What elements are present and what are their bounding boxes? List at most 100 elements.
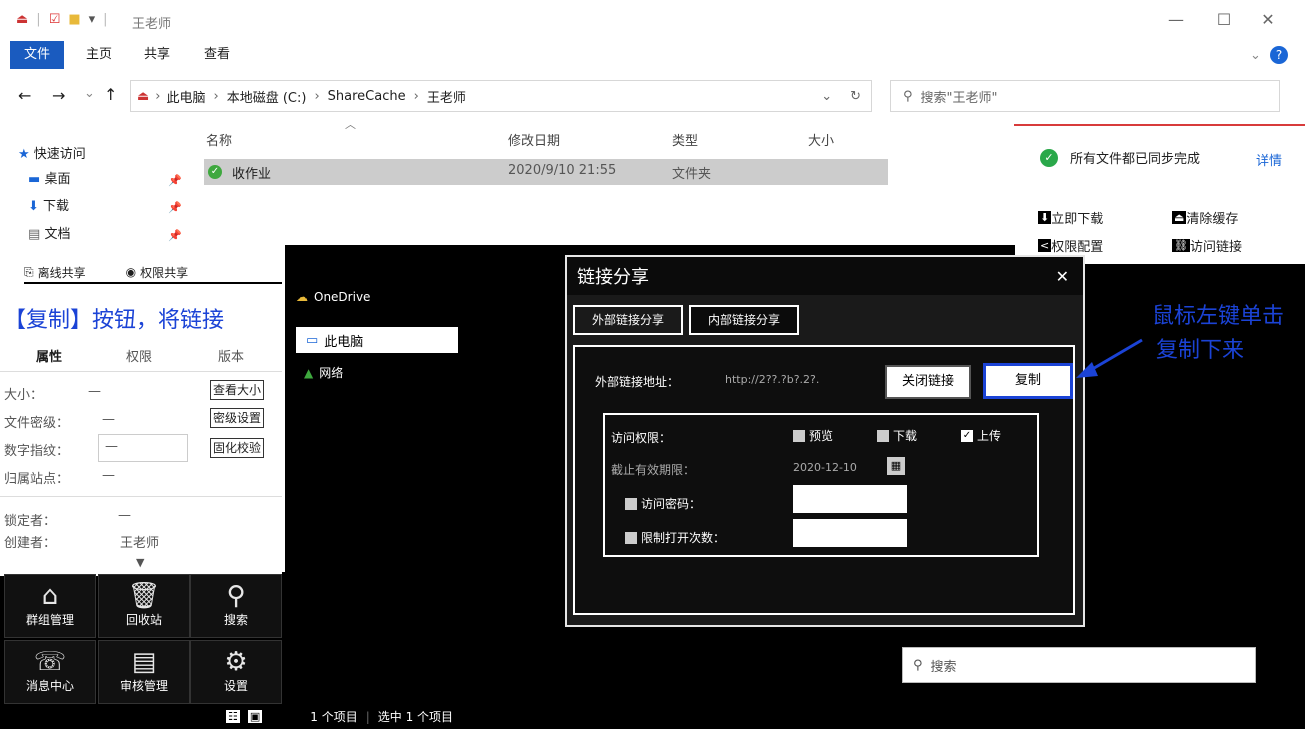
pin-icon: 📌 xyxy=(168,201,182,214)
fingerprint-label: 数字指纹： xyxy=(4,444,70,459)
address-bar[interactable]: ⏏ › 此电脑 › 本地磁盘 (C:) › ShareCache › 王老师 ⌄… xyxy=(130,80,872,112)
table-row[interactable]: ✓ 收作业 2020/9/10 21:55 文件夹 xyxy=(204,159,888,185)
tab-properties[interactable]: 属性 xyxy=(36,346,62,365)
forward-button[interactable]: → xyxy=(52,86,65,105)
share-icon: < xyxy=(1038,239,1052,252)
pin-icon: 📌 xyxy=(168,229,182,242)
download-now-button[interactable]: ⬇ 立即下载 xyxy=(1038,208,1103,227)
column-type[interactable]: 类型 xyxy=(672,130,698,149)
minimize-button[interactable]: — xyxy=(1160,8,1192,32)
secret-level-button[interactable]: 密级设置 xyxy=(210,408,265,428)
tab-internal-link[interactable]: 内部链接分享 xyxy=(689,305,799,335)
password-input[interactable] xyxy=(793,485,907,513)
size-label: 大小： xyxy=(4,388,44,403)
limit-input[interactable] xyxy=(793,519,907,547)
star-icon: ★ xyxy=(18,147,30,162)
column-size[interactable]: 大小 xyxy=(808,130,834,149)
clear-cache-button[interactable]: ⏏ 清除缓存 xyxy=(1172,208,1238,227)
access-link-button[interactable]: ⛓ 访问链接 xyxy=(1172,236,1242,255)
computer-icon: ▭ xyxy=(306,332,319,348)
tool-message-center[interactable]: ☏ 消息中心 xyxy=(4,640,96,704)
status-bar-content: ☷ ▣ 1 个项目 | 选中 1 个项目 xyxy=(226,709,454,724)
permission-config-button[interactable]: < 权限配置 xyxy=(1038,236,1103,255)
sidebar-item-desktop[interactable]: ▬ 桌面 xyxy=(28,168,70,192)
expire-value: 2020-12-10 xyxy=(793,461,857,474)
maximize-button[interactable]: ☐ xyxy=(1208,8,1240,32)
column-name[interactable]: 名称 xyxy=(206,130,232,149)
download-icon: ⬇ xyxy=(28,199,39,214)
recent-locations-button[interactable]: ⌄ xyxy=(84,86,95,101)
sidebar-item-download[interactable]: ⬇ 下载 xyxy=(28,195,69,219)
tab-home[interactable]: 主页 xyxy=(72,41,126,69)
offline-share-label[interactable]: 离线共享 xyxy=(38,264,86,281)
breadcrumb-sharecache[interactable]: ShareCache xyxy=(328,89,406,104)
tool-group-management[interactable]: ⌂ 群组管理 xyxy=(4,574,96,638)
upload-checkbox[interactable]: ✓ 上传 xyxy=(961,427,1001,444)
permission-label: 访问权限： xyxy=(611,431,672,445)
tool-settings[interactable]: ⚙ 设置 xyxy=(190,640,282,704)
sidebar-network[interactable]: ▲ 网络 xyxy=(304,364,343,381)
details-link[interactable]: 详情 xyxy=(1256,150,1282,169)
cloud-icon: ☁ xyxy=(296,290,308,304)
settings-icon: ⚙ xyxy=(224,647,248,677)
address-dropdown[interactable]: ⌄ xyxy=(821,89,832,104)
details-view-icon[interactable]: ☷ xyxy=(226,710,240,723)
tool-search[interactable]: ⚲ 搜索 xyxy=(190,574,282,638)
view-size-button[interactable]: 查看大小 xyxy=(210,380,265,400)
tool-recycle-bin[interactable]: 🗑 回收站 xyxy=(98,574,190,638)
arrow-icon xyxy=(1076,338,1143,378)
document-icon: ▤ xyxy=(28,227,41,242)
tab-share[interactable]: 共享 xyxy=(130,41,184,69)
sidebar-quick-access[interactable]: ★ 快速访问 xyxy=(18,143,86,167)
breadcrumb-this-pc[interactable]: 此电脑 xyxy=(167,87,206,106)
back-button[interactable]: ← xyxy=(18,86,31,105)
size-value: — xyxy=(88,384,101,399)
dialog-close-icon[interactable]: ✕ xyxy=(1056,267,1069,286)
up-button[interactable]: ↑ xyxy=(104,85,117,104)
search-input[interactable]: ⚲ 搜索"王老师" xyxy=(890,80,1280,112)
status-bar xyxy=(0,706,1305,729)
quick-access-toolbar: ⏏ | ☑ ■ ▾ | xyxy=(16,12,108,27)
large-icons-view-icon[interactable]: ▣ xyxy=(247,710,263,723)
download-checkbox[interactable]: 下载 xyxy=(877,427,917,444)
sidebar-onedrive[interactable]: ☁ OneDrive xyxy=(296,290,370,304)
tab-versions[interactable]: 版本 xyxy=(218,346,244,365)
tab-view[interactable]: 查看 xyxy=(190,41,244,69)
drive-icon[interactable]: ⏏ xyxy=(16,12,28,27)
breadcrumb-disk[interactable]: 本地磁盘 (C:) xyxy=(227,87,307,106)
recycle-icon: 🗑 xyxy=(127,581,161,611)
calendar-icon[interactable]: ▦ xyxy=(887,457,905,475)
limit-checkbox[interactable]: 限制打开次数： xyxy=(625,529,725,546)
close-button[interactable]: ✕ xyxy=(1252,8,1284,32)
help-icon[interactable]: ? xyxy=(1270,46,1288,64)
file-date: 2020/9/10 21:55 xyxy=(508,163,617,178)
tool-audit-management[interactable]: ▤ 审核管理 xyxy=(98,640,190,704)
expand-ribbon-icon[interactable]: ⌄ xyxy=(1250,48,1261,63)
permission-share-label[interactable]: 权限共享 xyxy=(140,264,188,281)
verify-button[interactable]: 固化校验 xyxy=(210,438,265,458)
audit-icon: ▤ xyxy=(131,647,157,677)
close-link-button[interactable]: 关闭链接 xyxy=(885,365,971,399)
tab-permissions[interactable]: 权限 xyxy=(126,346,152,365)
tab-file[interactable]: 文件 xyxy=(10,41,65,69)
synced-icon: ✓ xyxy=(208,165,222,179)
sidebar-this-pc[interactable]: ▭ 此电脑 xyxy=(296,327,458,353)
expand-arrow-icon[interactable]: ▼ xyxy=(136,556,144,569)
customize-toolbar-icon[interactable]: ▾ xyxy=(89,12,96,27)
password-checkbox[interactable]: 访问密码： xyxy=(625,495,701,512)
sidebar-item-documents[interactable]: ▤ 文档 xyxy=(28,223,70,247)
column-date[interactable]: 修改日期 xyxy=(508,130,560,149)
breadcrumb-folder[interactable]: 王老师 xyxy=(427,87,466,106)
refresh-button[interactable]: ↻ xyxy=(850,89,861,104)
bottom-search-input[interactable]: ⚲ 搜索 xyxy=(902,647,1256,683)
folder-icon[interactable]: ■ xyxy=(68,12,80,27)
offline-share-icon: ⎘ xyxy=(24,264,34,279)
tab-external-link[interactable]: 外部链接分享 xyxy=(573,305,683,335)
expire-label: 截止有效期限： xyxy=(611,463,696,477)
link-share-dialog: 链接分享 ✕ 外部链接分享 内部链接分享 外部链接地址： http://2??.… xyxy=(565,255,1085,627)
network-icon: ▲ xyxy=(304,365,314,380)
preview-checkbox[interactable]: 预览 xyxy=(793,427,833,444)
copy-button[interactable]: 复制 xyxy=(983,363,1073,399)
annotation-right-line1: 鼠标左键单击 xyxy=(1152,304,1285,329)
properties-icon[interactable]: ☑ xyxy=(49,12,61,27)
